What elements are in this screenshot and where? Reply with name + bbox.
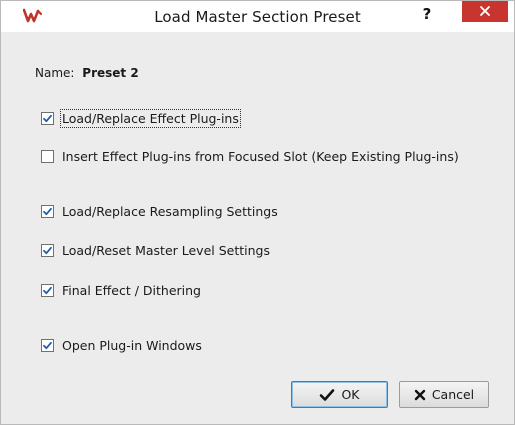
option-load-replace-effect-plugins[interactable]: Load/Replace Effect Plug-ins <box>41 109 241 128</box>
checkbox[interactable] <box>41 244 54 257</box>
help-button[interactable]: ? <box>412 1 442 27</box>
option-label: Insert Effect Plug-ins from Focused Slot… <box>62 149 459 164</box>
cancel-label: Cancel <box>431 387 475 402</box>
title-bar[interactable]: Load Master Section Preset ? <box>1 1 514 32</box>
dialog-window: Load Master Section Preset ? Name: Prese… <box>0 0 515 425</box>
checkbox[interactable] <box>41 339 54 352</box>
ok-button[interactable]: OK <box>291 381 388 408</box>
option-final-effect-dithering[interactable]: Final Effect / Dithering <box>41 283 201 298</box>
checkbox[interactable] <box>41 150 54 163</box>
preset-name-row: Name: Preset 2 <box>35 66 139 80</box>
option-label: Open Plug-in Windows <box>62 338 202 353</box>
option-insert-effect-plugins-focused-slot[interactable]: Insert Effect Plug-ins from Focused Slot… <box>41 149 459 164</box>
checkbox[interactable] <box>41 205 54 218</box>
option-load-reset-master-level[interactable]: Load/Reset Master Level Settings <box>41 243 270 258</box>
option-open-plugin-windows[interactable]: Open Plug-in Windows <box>41 338 202 353</box>
option-load-replace-resampling[interactable]: Load/Replace Resampling Settings <box>41 204 278 219</box>
option-label: Load/Replace Resampling Settings <box>62 204 278 219</box>
close-icon <box>479 2 491 21</box>
close-button[interactable] <box>462 1 508 22</box>
checkmark-icon <box>319 388 335 402</box>
x-icon <box>414 389 426 401</box>
name-label: Name: <box>35 66 75 80</box>
cancel-button[interactable]: Cancel <box>399 381 489 408</box>
option-label: Load/Replace Effect Plug-ins <box>60 109 241 128</box>
checkbox[interactable] <box>41 112 54 125</box>
ok-label: OK <box>341 387 360 402</box>
preset-name-value: Preset 2 <box>82 66 139 80</box>
option-label: Load/Reset Master Level Settings <box>62 243 270 258</box>
option-label: Final Effect / Dithering <box>62 283 201 298</box>
checkbox[interactable] <box>41 284 54 297</box>
